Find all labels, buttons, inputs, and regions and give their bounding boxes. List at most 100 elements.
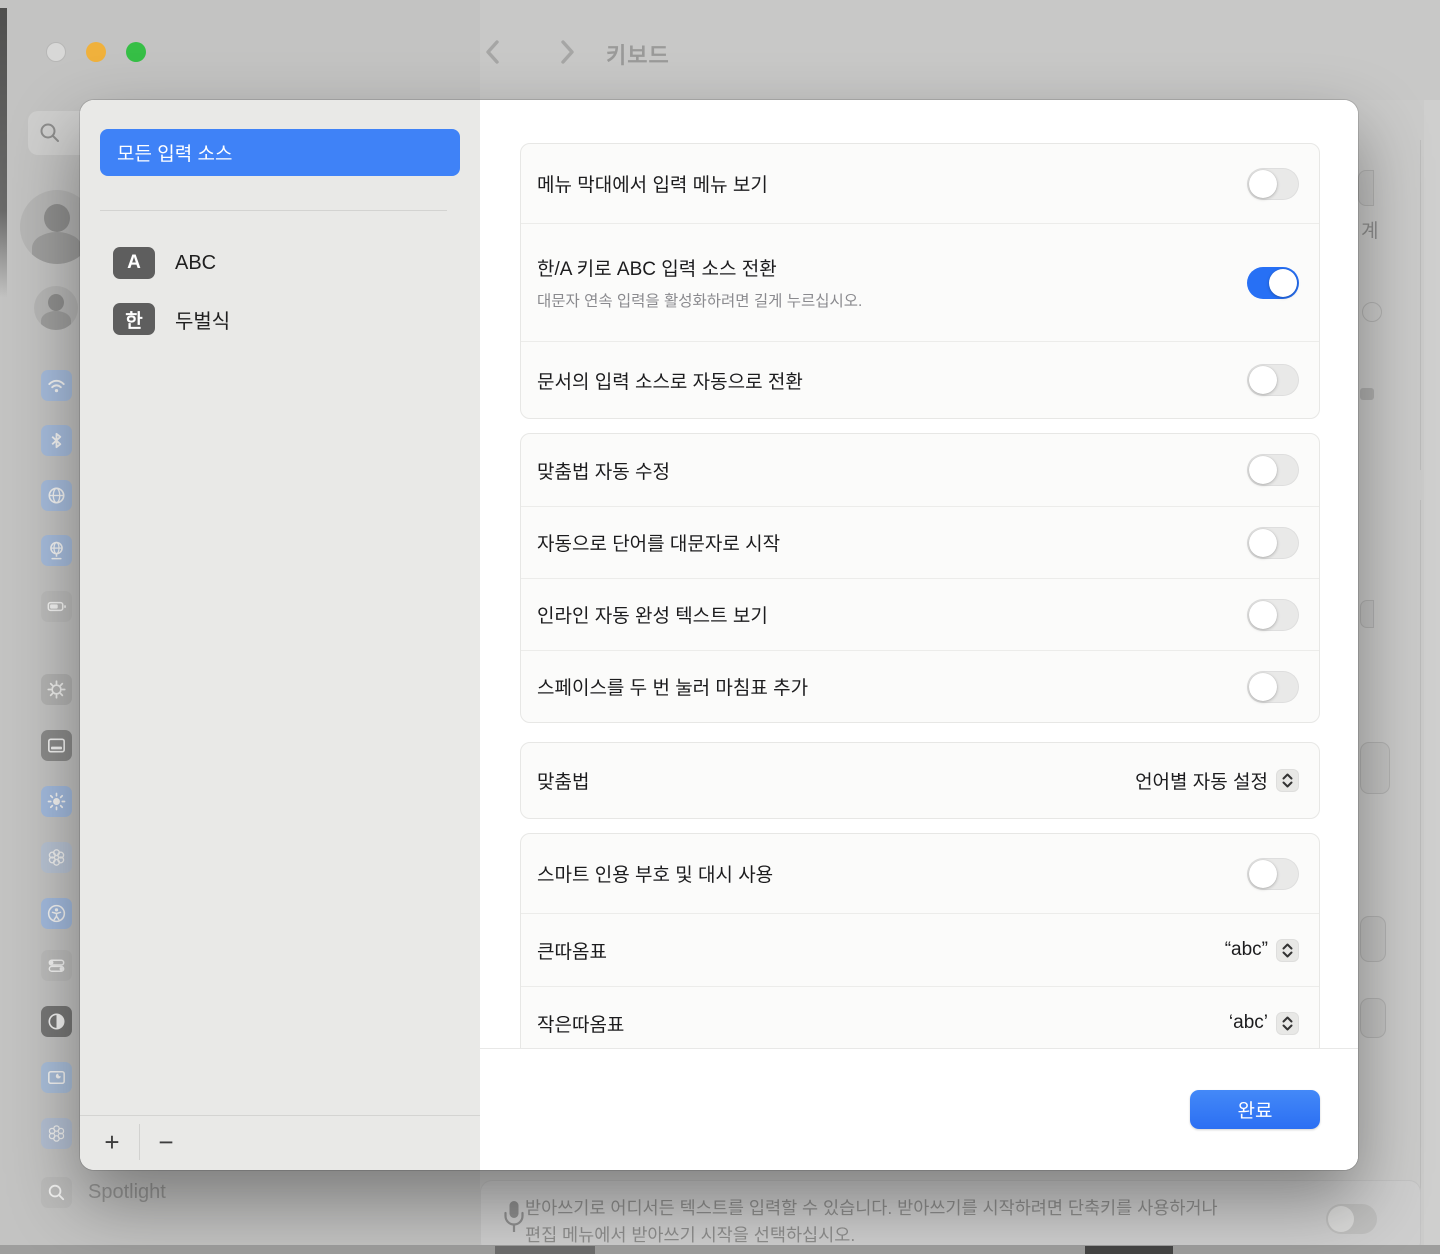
popup-chevrons-icon (1276, 1012, 1299, 1035)
forward-chevron-icon[interactable] (552, 36, 582, 68)
displays-sun-icon[interactable] (41, 786, 72, 817)
apple-intelligence-flower-icon[interactable] (41, 1118, 72, 1149)
background-toggle-fragment (1362, 302, 1382, 322)
background-groupbox-edge (1420, 140, 1421, 470)
setting-row-double-space-period: 스페이스를 두 번 눌러 마침표 추가 (521, 650, 1319, 722)
inline-predictions-toggle[interactable] (1247, 599, 1299, 631)
dialog-sidebar: 모든 입력 소스 A ABC 한 두벌식 + − (80, 100, 480, 1170)
background-button-fragment (1360, 742, 1390, 794)
list-item-dubeolsik[interactable]: 한 두벌식 (113, 303, 230, 335)
row-label: 스페이스를 두 번 눌러 마침표 추가 (537, 673, 1227, 700)
dictation-toggle[interactable] (1326, 1204, 1377, 1234)
minimize-button[interactable] (86, 42, 106, 62)
han-a-key-toggle[interactable] (1247, 267, 1299, 299)
siri-contrast-icon[interactable] (41, 1006, 72, 1037)
sidebar-item-all-input-sources[interactable]: 모든 입력 소스 (100, 129, 460, 176)
row-label: 맞춤법 (537, 767, 1115, 794)
microphone-icon (501, 1199, 527, 1239)
search-icon (38, 121, 62, 145)
typing-options-group: 맞춤법 자동 수정 자동으로 단어를 대문자로 시작 인라인 자동 완성 텍스트… (520, 433, 1320, 723)
close-button[interactable] (46, 42, 66, 62)
spotlight-magnifier-icon[interactable] (41, 1177, 72, 1208)
background-button-fragment (1360, 916, 1386, 962)
divider (139, 1124, 140, 1160)
spelling-group: 맞춤법 언어별 자동 설정 (520, 742, 1320, 819)
row-label: 스마트 인용 부호 및 대시 사용 (537, 860, 1227, 887)
setting-row-auto-switch-document: 문서의 입력 소스로 자동으로 전환 (521, 341, 1319, 418)
setting-row-show-input-menu: 메뉴 막대에서 입력 메뉴 보기 (521, 144, 1319, 223)
network-globe-icon[interactable] (41, 480, 72, 511)
autocorrect-toggle[interactable] (1247, 454, 1299, 486)
auto-switch-document-toggle[interactable] (1247, 364, 1299, 396)
window-behind-edge (0, 8, 7, 298)
desktop-dock-icon[interactable] (41, 730, 72, 761)
smart-quotes-group: 스마트 인용 부호 및 대시 사용 큰따옴표 “abc” 작은따 (520, 833, 1320, 1048)
add-input-source-button[interactable]: + (92, 1122, 132, 1162)
auto-capitalize-toggle[interactable] (1247, 527, 1299, 559)
input-menu-group: 메뉴 막대에서 입력 메뉴 보기 한/A 키로 ABC 입력 소스 전환 대문자… (520, 143, 1320, 419)
control-center-icon[interactable] (41, 950, 72, 981)
row-label: 문서의 입력 소스로 자동으로 전환 (537, 367, 1227, 394)
background-button-fragment (1360, 998, 1386, 1038)
background-control-fragment (1358, 170, 1374, 206)
background-partial-text: 계 (1361, 216, 1378, 243)
background-control-fragment (1360, 600, 1374, 628)
popup-value: “abc” (1225, 939, 1268, 961)
battery-icon[interactable] (41, 591, 72, 622)
page-title: 키보드 (606, 38, 670, 70)
popup-value: 언어별 자동 설정 (1135, 767, 1268, 794)
divider (100, 210, 447, 211)
dictation-description-line1: 받아쓰기로 어디서든 텍스트를 입력할 수 있습니다. 받아쓰기를 시작하려면 … (525, 1195, 1345, 1222)
dialog-footer: 완료 (480, 1048, 1358, 1170)
setting-row-autocorrect: 맞춤법 자동 수정 (521, 434, 1319, 506)
input-source-badge-abc: A (113, 247, 155, 279)
input-sources-dialog: 모든 입력 소스 A ABC 한 두벌식 + − (80, 100, 1358, 1170)
bluetooth-icon[interactable] (41, 425, 72, 456)
setting-row-smart-quotes: 스마트 인용 부호 및 대시 사용 (521, 834, 1319, 913)
row-label: 작은따옴표 (537, 1010, 1209, 1037)
wifi-icon[interactable] (41, 370, 72, 401)
done-button[interactable]: 완료 (1190, 1090, 1320, 1129)
popup-value: ‘abc’ (1229, 1012, 1268, 1034)
gear-icon[interactable] (41, 674, 72, 705)
setting-row-auto-capitalize: 자동으로 단어를 대문자로 시작 (521, 506, 1319, 578)
single-quote-popup[interactable]: ‘abc’ (1229, 1012, 1299, 1035)
row-subtitle: 대문자 연속 입력을 활성화하려면 길게 누르십시오. (537, 289, 1227, 311)
row-label: 큰따옴표 (537, 937, 1205, 964)
remove-input-source-button[interactable]: − (146, 1122, 186, 1162)
dialog-scroll-area: 메뉴 막대에서 입력 메뉴 보기 한/A 키로 ABC 입력 소스 전환 대문자… (480, 100, 1358, 1048)
background-groupbox-edge (1420, 500, 1421, 1240)
back-chevron-icon[interactable] (478, 36, 508, 68)
setting-row-han-a-key: 한/A 키로 ABC 입력 소스 전환 대문자 연속 입력을 활성화하려면 길게… (521, 223, 1319, 341)
list-item-abc[interactable]: A ABC (113, 247, 216, 279)
sidebar-item-spotlight[interactable]: Spotlight (88, 1181, 166, 1204)
background-chevron-fragment (1360, 388, 1374, 400)
screen: 키보드 (0, 0, 1440, 1254)
setting-row-spelling: 맞춤법 언어별 자동 설정 (521, 743, 1319, 818)
window-bottom-edge (0, 1245, 1440, 1254)
zoom-button[interactable] (126, 42, 146, 62)
spelling-popup[interactable]: 언어별 자동 설정 (1135, 767, 1299, 794)
input-source-badge-hangul: 한 (113, 303, 155, 335)
row-label: 자동으로 단어를 대문자로 시작 (537, 529, 1227, 556)
input-source-label-abc: ABC (175, 252, 216, 275)
setting-row-inline-predictions: 인라인 자동 완성 텍스트 보기 (521, 578, 1319, 650)
dictation-panel: 받아쓰기로 어디서든 텍스트를 입력할 수 있습니다. 받아쓰기를 시작하려면 … (480, 1180, 1421, 1254)
popup-chevrons-icon (1276, 769, 1299, 792)
avatar-small[interactable] (34, 286, 78, 330)
double-quote-popup[interactable]: “abc” (1225, 939, 1299, 962)
double-space-period-toggle[interactable] (1247, 671, 1299, 703)
hotspot-globe-icon[interactable] (41, 535, 72, 566)
show-input-menu-toggle[interactable] (1247, 168, 1299, 200)
all-input-sources-label: 모든 입력 소스 (117, 139, 232, 166)
row-label: 한/A 키로 ABC 입력 소스 전환 (537, 254, 1227, 281)
setting-row-double-quote-style: 큰따옴표 “abc” (521, 913, 1319, 986)
accessibility-icon[interactable] (41, 898, 72, 929)
popup-chevrons-icon (1276, 939, 1299, 962)
row-label: 맞춤법 자동 수정 (537, 457, 1227, 484)
row-label: 메뉴 막대에서 입력 메뉴 보기 (537, 170, 1227, 197)
screensaver-icon[interactable] (41, 1062, 72, 1093)
dialog-panel: 메뉴 막대에서 입력 메뉴 보기 한/A 키로 ABC 입력 소스 전환 대문자… (480, 100, 1358, 1170)
smart-quotes-toggle[interactable] (1247, 858, 1299, 890)
wallpaper-flower-icon[interactable] (41, 842, 72, 873)
